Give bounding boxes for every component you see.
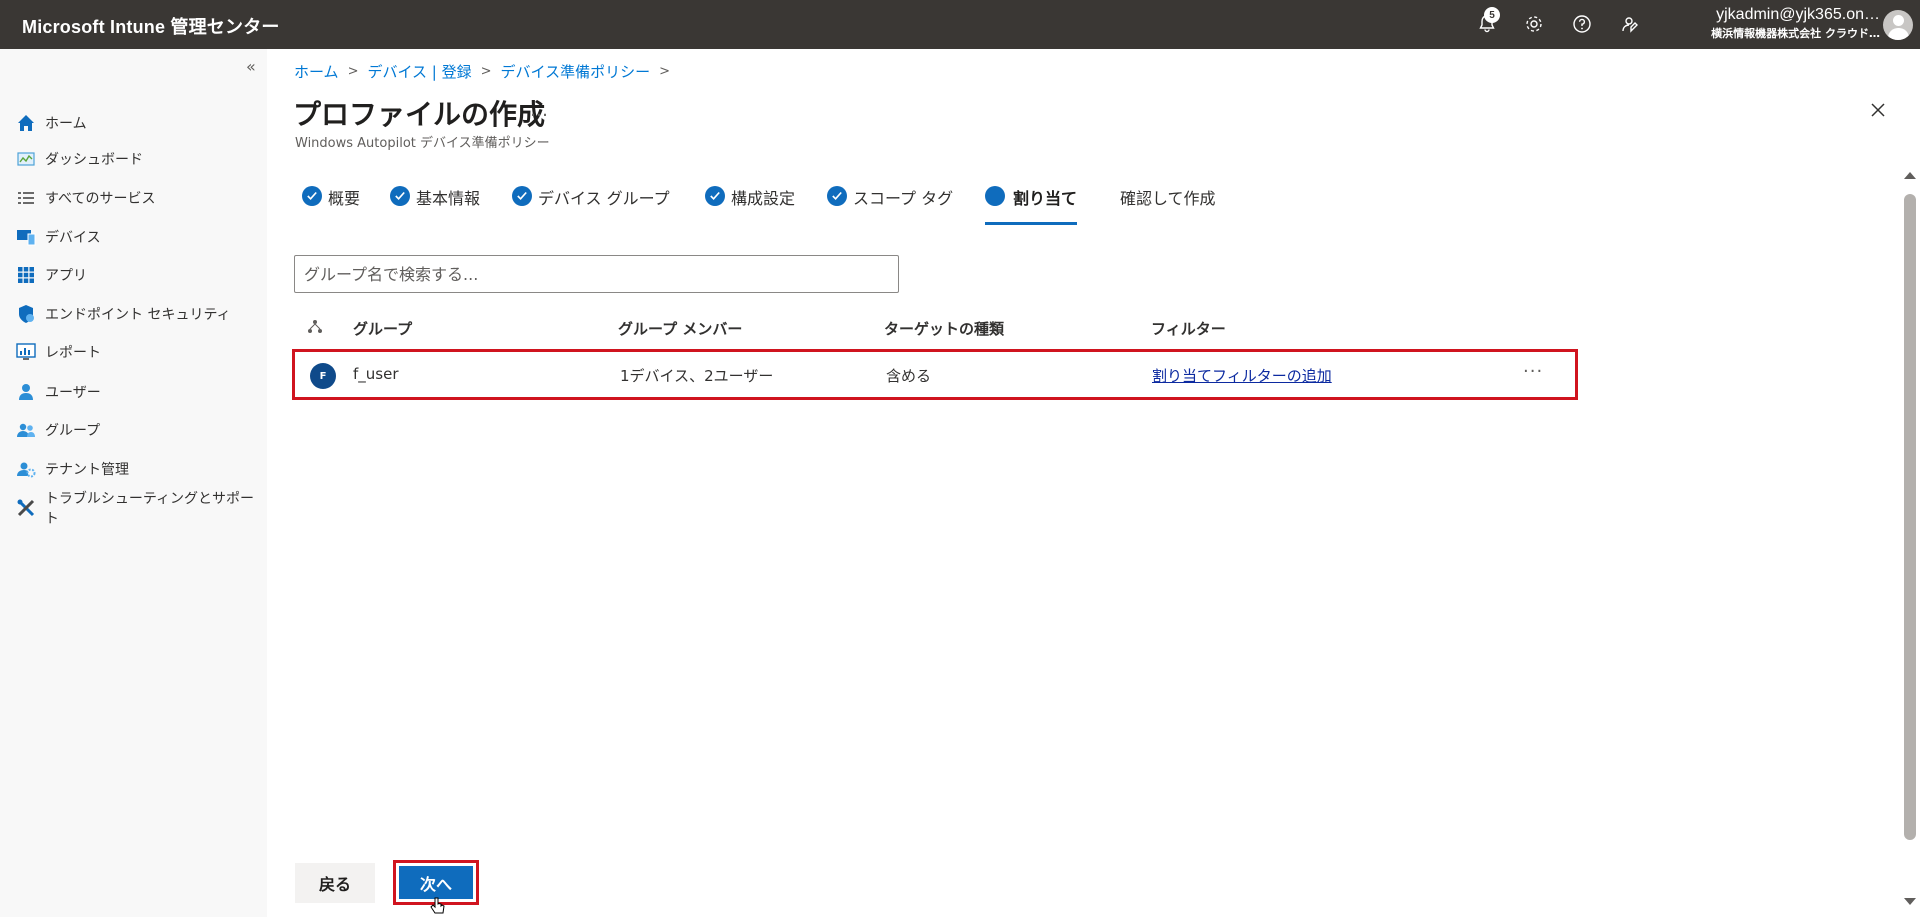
tab-label: 概要 [328,189,361,208]
sidebar-item-groups[interactable]: グループ [0,412,267,448]
group-hierarchy-icon [306,318,324,336]
more-options-icon[interactable]: … [530,100,548,121]
tab-overview[interactable]: 概要 [302,185,360,225]
tab-label: 構成設定 [731,189,796,208]
add-assignment-filter-link[interactable]: 割り当てフィルターの追加 [1152,365,1332,386]
sidebar-item-tenant-admin[interactable]: テナント管理 [0,451,267,487]
tools-icon [15,497,37,519]
sidebar-item-label: グループ [45,423,101,439]
sidebar-item-label: ユーザー [45,385,101,401]
checkmark-icon [512,186,532,206]
sidebar-item-label: エンドポイント セキュリティ [45,307,231,323]
list-icon [15,187,37,209]
breadcrumb-home[interactable]: ホーム [294,61,339,82]
tab-label: デバイス グループ [538,189,670,208]
group-avatar: F [310,363,336,389]
shield-icon [15,303,37,325]
tab-basics[interactable]: 基本情報 [390,185,480,225]
sidebar-item-label: すべてのサービス [45,191,156,207]
sidebar-item-label: ダッシュボード [45,152,143,168]
table-row[interactable]: F f_user 1デバイス、2ユーザー 含める 割り当てフィルターの追加 ··… [292,349,1578,400]
chevron-right-icon: > [659,64,670,79]
account-info[interactable]: yjkadmin@yjk365.on… 横浜情報機器株式会社 クラウド… [1680,6,1880,41]
sidebar-item-label: トラブルシューティングとサポート [44,491,255,527]
group-search-input[interactable] [294,255,899,293]
apps-grid-icon [15,264,37,286]
target-type[interactable]: 含める [886,365,931,386]
column-header-target-type[interactable]: ターゲットの種類 [884,318,1004,339]
tab-label: 割り当て [1013,189,1078,208]
sidebar-item-label: アプリ [45,268,87,284]
app-title[interactable]: Microsoft Intune 管理センター [22,13,280,39]
sidebar-item-devices[interactable]: デバイス [0,219,267,255]
user-icon [15,381,37,403]
sidebar-item-dashboard[interactable]: ダッシュボード [0,141,267,177]
checkmark-icon [705,186,725,206]
sidebar-item-troubleshooting[interactable]: トラブルシューティングとサポート [0,490,267,527]
sidebar-item-apps[interactable]: アプリ [0,257,267,293]
checkmark-icon [302,186,322,206]
breadcrumb-device-preparation-policy[interactable]: デバイス準備ポリシー [501,61,651,82]
sidebar-item-users[interactable]: ユーザー [0,374,267,410]
active-tab-indicator [985,222,1078,225]
close-icon[interactable] [1868,100,1888,120]
back-button[interactable]: 戻る [295,863,375,903]
group-name: f_user [353,365,399,383]
checkmark-icon [827,186,847,206]
tab-scope-tags[interactable]: スコープ タグ [827,185,953,225]
chevron-right-icon: > [480,64,492,79]
column-header-group[interactable]: グループ [353,318,412,339]
sidebar-item-home[interactable]: ホーム [0,105,267,141]
column-header-filter[interactable]: フィルター [1151,318,1226,339]
vertical-scrollbar[interactable] [1900,168,1920,917]
device-icon [15,226,37,248]
group-icon [15,419,37,441]
sidebar-item-endpoint-security[interactable]: エンドポイント セキュリティ [0,296,267,332]
scroll-thumb[interactable] [1904,194,1916,840]
account-tenant: 横浜情報機器株式会社 クラウド… [1711,27,1880,40]
home-icon [15,112,37,134]
tab-label: 確認して作成 [1120,189,1216,208]
tab-label: 基本情報 [416,189,481,208]
top-bar: Microsoft Intune 管理センター 5 yjkadmin@yjk36… [0,0,1920,49]
notification-count-badge: 5 [1484,7,1500,23]
tab-review-create[interactable]: 確認して作成 [1120,185,1216,225]
report-icon [15,341,37,363]
row-more-options-icon[interactable]: ··· [1523,361,1543,382]
dashboard-icon [15,148,37,170]
checkmark-icon [390,186,410,206]
page-title: プロファイルの作成 [293,98,546,131]
feedback-icon[interactable] [1618,12,1642,36]
tab-configuration-settings[interactable]: 構成設定 [705,185,795,225]
chevron-right-icon: > [347,64,359,79]
scroll-down-arrow-icon[interactable] [1904,898,1916,905]
sidebar: « ホーム ダッシュボード すべてのサービス デバイス アプリ エンドポイント … [0,49,267,917]
page-subtitle: Windows Autopilot デバイス準備ポリシー [295,136,550,151]
avatar[interactable] [1883,10,1913,40]
sidebar-item-label: レポート [45,345,101,361]
tenant-icon [15,458,37,480]
collapse-sidebar-button[interactable]: « [246,57,256,76]
tab-assignments[interactable]: 割り当て [985,185,1078,225]
sidebar-item-label: ホーム [45,116,87,132]
current-step-icon [985,186,1005,206]
group-members: 1デバイス、2ユーザー [620,367,774,385]
tab-label: スコープ タグ [853,189,954,208]
sidebar-item-label: デバイス [45,230,101,246]
column-header-group-members[interactable]: グループ メンバー [618,318,742,339]
hand-cursor-icon [430,897,446,917]
sidebar-item-all-services[interactable]: すべてのサービス [0,180,267,216]
sidebar-item-label: テナント管理 [45,462,129,478]
breadcrumb: ホーム > デバイス | 登録 > デバイス準備ポリシー > [294,61,679,82]
tab-device-group[interactable]: デバイス グループ [512,185,670,225]
table-header: グループ グループ メンバー ターゲットの種類 フィルター [294,312,1579,342]
next-button[interactable]: 次へ [399,866,473,899]
gear-icon[interactable] [1522,12,1546,36]
breadcrumb-device-enrollment[interactable]: デバイス | 登録 [367,61,471,82]
help-icon[interactable] [1570,12,1594,36]
sidebar-item-reports[interactable]: レポート [0,334,267,370]
account-email: yjkadmin@yjk365.on… [1716,6,1880,23]
scroll-up-arrow-icon[interactable] [1904,172,1916,179]
